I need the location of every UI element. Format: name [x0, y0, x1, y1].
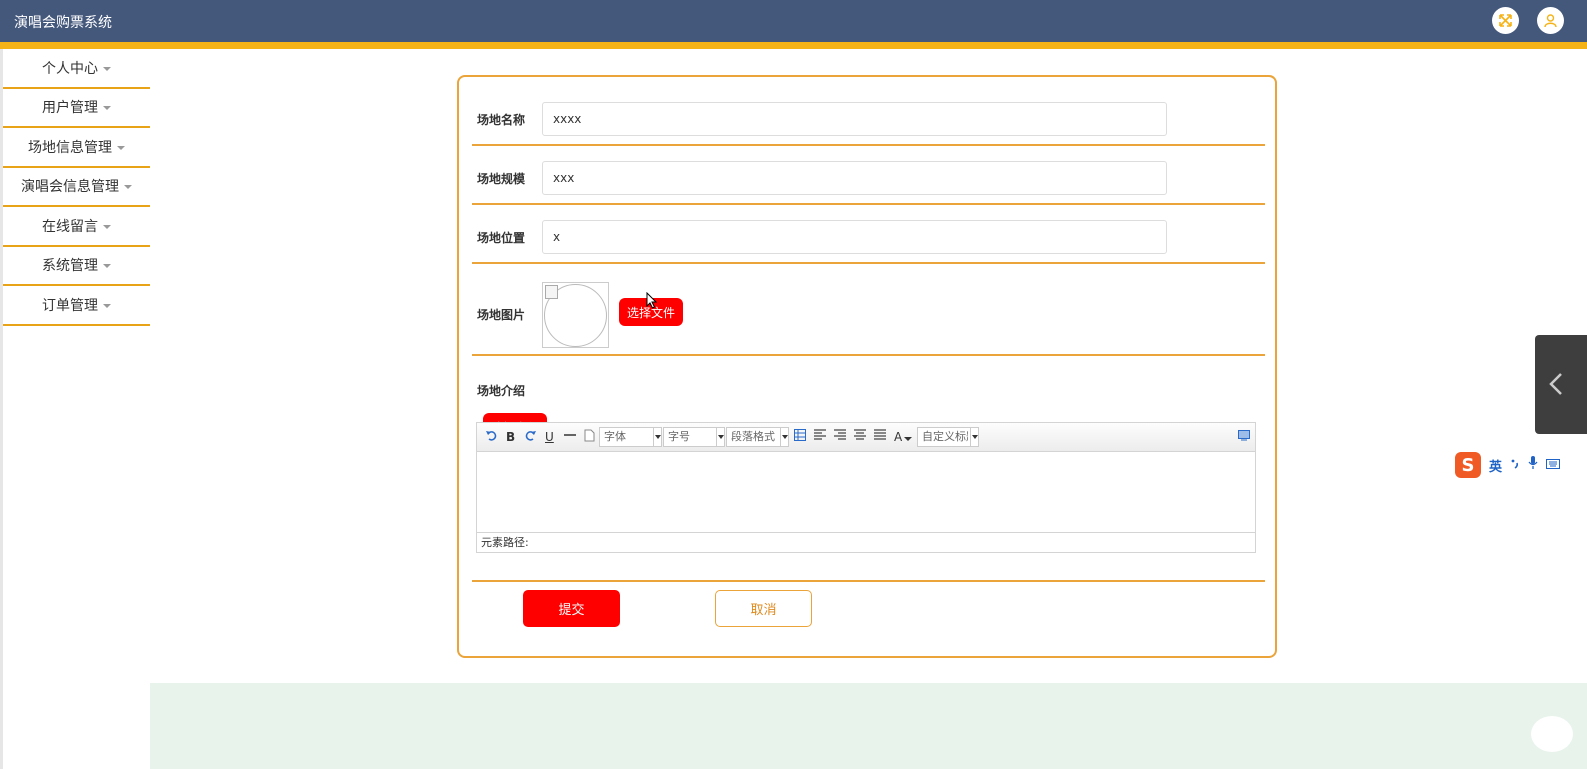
chevron-down-icon	[780, 428, 788, 446]
app-title: 演唱会购票系统	[14, 15, 112, 31]
venue-location-row: 场地位置 x	[472, 205, 1265, 264]
font-size-value: 字号	[668, 430, 690, 443]
align-center-icon[interactable]	[854, 429, 866, 445]
page-icon[interactable]	[584, 429, 595, 445]
top-header: 演唱会购票系统	[0, 0, 1587, 42]
bold-button[interactable]: B	[506, 429, 515, 445]
venue-location-input[interactable]: x	[542, 220, 1167, 254]
microphone-icon[interactable]	[1528, 456, 1538, 474]
venue-name-label: 场地名称	[477, 113, 526, 127]
sidebar-item-user-management[interactable]: 用户管理	[3, 89, 150, 128]
caret-down-icon	[103, 106, 111, 111]
align-left-icon[interactable]	[814, 429, 826, 445]
element-path-bar: 元素路径:	[477, 532, 1255, 552]
paragraph-format-value: 段落格式	[731, 430, 775, 443]
sidebar: 个人中心 用户管理 场地信息管理 演唱会信息管理 在线留言 系统管理 订单管理	[3, 49, 150, 326]
sidebar-item-order-management[interactable]: 订单管理	[3, 286, 150, 326]
accent-strip	[0, 42, 1587, 49]
sidebar-item-label: 个人中心	[42, 60, 98, 77]
submit-button[interactable]: 提交	[523, 590, 620, 627]
chat-bubble-icon[interactable]	[1531, 716, 1573, 752]
chevron-left-icon	[1549, 373, 1562, 395]
caret-down-icon	[103, 66, 111, 71]
sidebar-item-venue-management[interactable]: 场地信息管理	[3, 128, 150, 168]
sidebar-item-label: 订单管理	[42, 297, 98, 314]
caret-down-icon	[103, 224, 111, 229]
rich-text-editor: B U 字体 字号 段落格式 A 自定义标 元素路径:	[476, 422, 1256, 553]
paragraph-format-select[interactable]: 段落格式	[726, 427, 789, 447]
venue-form: 场地名称 xxxx 场地规模 xxx 场地位置 x 场地图片 选择文件 场地介绍…	[457, 75, 1277, 658]
caret-down-icon	[117, 145, 125, 150]
chevron-down-icon	[970, 428, 978, 446]
venue-image-label: 场地图片	[477, 308, 526, 322]
punctuation-icon[interactable]	[1510, 457, 1520, 473]
sidebar-item-personal-center[interactable]: 个人中心	[3, 49, 150, 89]
font-family-value: 字体	[604, 430, 626, 443]
sidebar-item-concert-management[interactable]: 演唱会信息管理	[3, 168, 150, 207]
ime-toolbar[interactable]: S 英	[1455, 452, 1587, 478]
venue-intro-label: 场地介绍	[477, 384, 526, 398]
font-family-select[interactable]: 字体	[599, 427, 662, 447]
preview-icon[interactable]	[1238, 429, 1250, 445]
font-size-select[interactable]: 字号	[663, 427, 725, 447]
redo-icon[interactable]	[525, 429, 537, 445]
undo-icon[interactable]	[485, 429, 497, 445]
align-right-icon[interactable]	[834, 429, 846, 445]
custom-title-value: 自定义标题	[922, 430, 968, 443]
caret-down-icon	[103, 303, 111, 308]
keyboard-icon[interactable]	[1546, 458, 1561, 473]
sidebar-item-label: 演唱会信息管理	[21, 179, 119, 196]
fullscreen-icon[interactable]	[1492, 7, 1519, 34]
user-icon[interactable]	[1537, 7, 1564, 34]
mouse-cursor-icon	[646, 292, 658, 309]
caret-down-icon	[103, 264, 111, 269]
horizontal-rule-icon[interactable]	[564, 429, 576, 445]
cancel-button[interactable]: 取消	[715, 590, 812, 627]
chevron-down-icon	[653, 428, 661, 446]
venue-scale-input[interactable]: xxx	[542, 161, 1167, 195]
venue-image-row: 场地图片 选择文件	[472, 264, 1265, 356]
venue-location-label: 场地位置	[477, 231, 526, 245]
sidebar-item-label: 场地信息管理	[28, 139, 112, 156]
sidebar-item-online-messages[interactable]: 在线留言	[3, 207, 150, 247]
venue-scale-row: 场地规模 xxx	[472, 146, 1265, 205]
side-panel-toggle[interactable]	[1535, 335, 1587, 434]
editor-content-area[interactable]	[477, 452, 1255, 532]
venue-image-preview	[542, 282, 609, 348]
sogou-logo-icon: S	[1455, 452, 1481, 478]
align-justify-icon[interactable]	[874, 429, 886, 445]
venue-intro-row: 场地介绍 选择文件 B U 字体	[472, 356, 1265, 582]
editor-toolbar: B U 字体 字号 段落格式 A 自定义标	[477, 423, 1255, 452]
broken-image-icon	[545, 285, 558, 299]
table-icon[interactable]	[794, 429, 806, 445]
ime-mode[interactable]: 英	[1489, 456, 1502, 475]
underline-button[interactable]: U	[545, 429, 554, 445]
font-color-label: A	[894, 430, 903, 444]
sidebar-item-label: 用户管理	[42, 100, 98, 117]
caret-down-icon	[904, 437, 913, 441]
venue-name-row: 场地名称 xxxx	[472, 87, 1265, 146]
custom-title-select[interactable]: 自定义标题	[917, 427, 979, 447]
sidebar-item-label: 在线留言	[42, 218, 98, 235]
sidebar-item-label: 系统管理	[42, 258, 98, 275]
sidebar-item-system-management[interactable]: 系统管理	[3, 247, 150, 286]
caret-down-icon	[124, 185, 132, 190]
chevron-down-icon	[716, 428, 724, 446]
font-color-button[interactable]: A	[894, 429, 913, 445]
venue-scale-label: 场地规模	[477, 172, 526, 186]
footer-band	[150, 683, 1587, 769]
venue-name-input[interactable]: xxxx	[542, 102, 1167, 136]
